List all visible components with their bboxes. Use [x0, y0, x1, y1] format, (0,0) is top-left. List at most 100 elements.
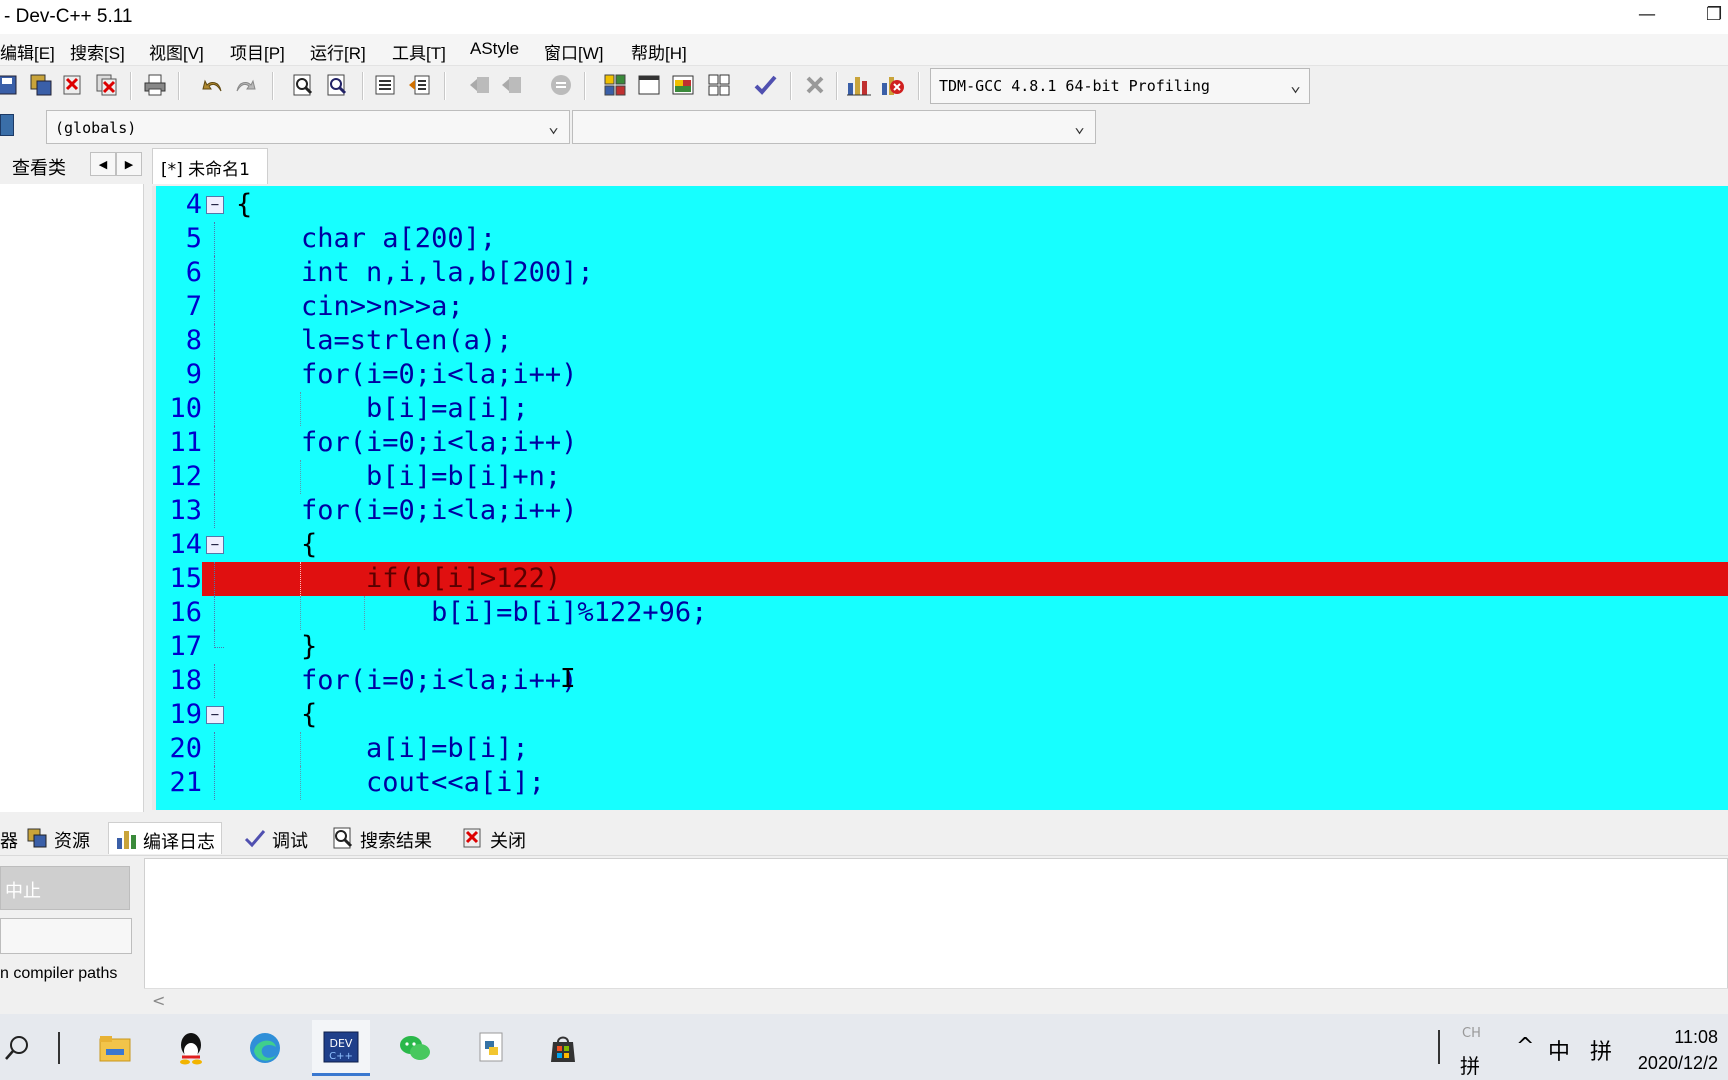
class-view-tab[interactable]: 查看类 ◀ ▶	[0, 148, 144, 182]
code-line: 10 b[i]=a[i];	[156, 392, 1728, 426]
code-line: 18 for(i=0;i<la;i++) I	[156, 664, 1728, 698]
line-number: 21	[169, 767, 202, 798]
save-icon[interactable]	[0, 72, 20, 98]
toolbar-separator	[130, 72, 132, 100]
line-number: 14	[169, 529, 202, 560]
menu-astyle[interactable]: AStyle	[470, 39, 519, 59]
edge-browser-icon[interactable]	[236, 1020, 294, 1076]
tab-compile-log[interactable]: 编译日志	[108, 822, 222, 854]
text-cursor-icon: I	[560, 664, 576, 694]
fold-collapse-icon[interactable]: −	[206, 706, 224, 724]
menu-tools[interactable]: 工具[T]	[392, 39, 446, 64]
undo-icon[interactable]	[200, 72, 226, 98]
toolbar-separator	[918, 72, 920, 100]
compile-option-field[interactable]	[0, 918, 132, 954]
delete-profile-icon[interactable]	[880, 72, 906, 98]
close-icon	[462, 827, 484, 849]
menu-edit[interactable]: 编辑[E]	[0, 39, 55, 64]
code-text: {	[236, 189, 253, 220]
panel-toggle-icon[interactable]	[0, 114, 14, 136]
stop-icon[interactable]	[802, 72, 828, 98]
project-options-icon[interactable]	[670, 72, 696, 98]
menu-window[interactable]: 窗口[W]	[544, 39, 604, 64]
toolbar-separator	[178, 72, 180, 100]
fold-guide	[214, 324, 215, 358]
member-select[interactable]: ⌄	[572, 110, 1096, 144]
find-icon[interactable]	[290, 72, 316, 98]
tab-prev-button[interactable]: ◀	[90, 152, 116, 176]
code-text: cin>>n>>a;	[236, 291, 464, 322]
code-line: 8 la=strlen(a);	[156, 324, 1728, 358]
replace-icon[interactable]	[324, 72, 350, 98]
new-project-icon[interactable]	[602, 72, 628, 98]
stop-button[interactable]: 中止	[0, 866, 130, 910]
scope-select[interactable]: (globals) ⌄	[46, 110, 570, 144]
file-explorer-icon[interactable]	[86, 1020, 144, 1076]
fold-collapse-icon[interactable]: −	[206, 196, 224, 214]
goto-bookmark-icon[interactable]	[498, 72, 524, 98]
line-number: 4	[185, 189, 202, 220]
code-line: 9 for(i=0;i<la;i++)	[156, 358, 1728, 392]
tab-next-button[interactable]: ▶	[116, 152, 142, 176]
compiler-select[interactable]: TDM-GCC 4.8.1 64-bit Profiling ⌄	[930, 68, 1310, 104]
store-icon[interactable]	[534, 1020, 592, 1076]
taskbar: DEV C++ CH 拼 ^ 中 拼 11:08 2020/12/2	[0, 1014, 1728, 1080]
print-icon[interactable]	[142, 72, 168, 98]
fold-guide	[214, 256, 215, 290]
profile-icon[interactable]	[846, 72, 872, 98]
redo-icon[interactable]	[232, 72, 258, 98]
ime-toggle[interactable]: 拼	[1590, 1034, 1612, 1066]
indent-icon[interactable]	[372, 72, 398, 98]
goto-line-icon[interactable]	[548, 72, 574, 98]
code-text: if(b[i]>122)	[236, 563, 562, 594]
line-number: 6	[185, 257, 202, 288]
search-icon[interactable]	[0, 1020, 46, 1076]
restore-button[interactable]: ❐	[1706, 4, 1722, 25]
window-icon[interactable]	[636, 72, 662, 98]
devcpp-taskbar-icon[interactable]: DEV C++	[312, 1020, 370, 1076]
tab-resources[interactable]: 资源	[20, 822, 96, 854]
tab-untitled1[interactable]: [*] 未命名1	[152, 148, 268, 184]
input-language[interactable]: 中	[1548, 1034, 1570, 1066]
syntax-check-icon[interactable]	[752, 72, 778, 98]
horizontal-scrollbar[interactable]: <	[144, 988, 1728, 1014]
menu-view[interactable]: 视图[V]	[149, 39, 204, 64]
menu-run[interactable]: 运行[R]	[310, 39, 366, 64]
code-text: for(i=0;i<la;i++)	[236, 359, 578, 390]
system-clock[interactable]: 11:08 2020/12/2	[1638, 1024, 1718, 1076]
class-browser-panel	[0, 184, 144, 812]
python-file-icon[interactable]	[462, 1020, 520, 1076]
chevron-down-icon: ⌄	[548, 116, 559, 137]
tray-chevron-icon[interactable]: ^	[1516, 1034, 1534, 1059]
close-file-icon[interactable]	[60, 72, 86, 98]
line-number: 19	[169, 699, 202, 730]
code-text: b[i]=b[i]%122+96;	[236, 597, 708, 628]
bar-chart-icon	[115, 828, 137, 850]
save-all-icon[interactable]	[28, 72, 54, 98]
wechat-icon[interactable]	[386, 1020, 444, 1076]
tab-label: 器	[0, 831, 18, 852]
line-number: 8	[185, 325, 202, 356]
menu-help[interactable]: 帮助[H]	[631, 39, 687, 64]
toolbar-separator	[362, 72, 364, 100]
scroll-left-icon[interactable]: <	[152, 991, 165, 1010]
qq-icon[interactable]	[162, 1020, 220, 1076]
fold-collapse-icon[interactable]: −	[206, 536, 224, 554]
menu-project[interactable]: 项目[P]	[230, 39, 285, 64]
ime-indicator[interactable]: 拼	[1460, 1050, 1480, 1079]
unindent-icon[interactable]	[406, 72, 432, 98]
code-text: int n,i,la,b[200];	[236, 257, 594, 288]
fold-guide	[214, 732, 215, 766]
fold-guide	[214, 460, 215, 494]
tile-icon[interactable]	[706, 72, 732, 98]
close-all-icon[interactable]	[94, 72, 120, 98]
toggle-bookmark-icon[interactable]	[466, 72, 492, 98]
toolbar-separator	[272, 72, 274, 100]
code-editor[interactable]: 4 − { 5 char a[200]; 6 int n,i,la,b[200]…	[152, 186, 1728, 810]
minimize-button[interactable]: —	[1638, 4, 1656, 25]
tab-search-results[interactable]: 搜索结果	[326, 822, 438, 854]
menu-search[interactable]: 搜索[S]	[70, 39, 125, 64]
tab-close[interactable]: 关闭	[456, 822, 532, 854]
tab-label: 搜索结果	[360, 831, 432, 852]
tab-debug[interactable]: 调试	[238, 822, 314, 854]
